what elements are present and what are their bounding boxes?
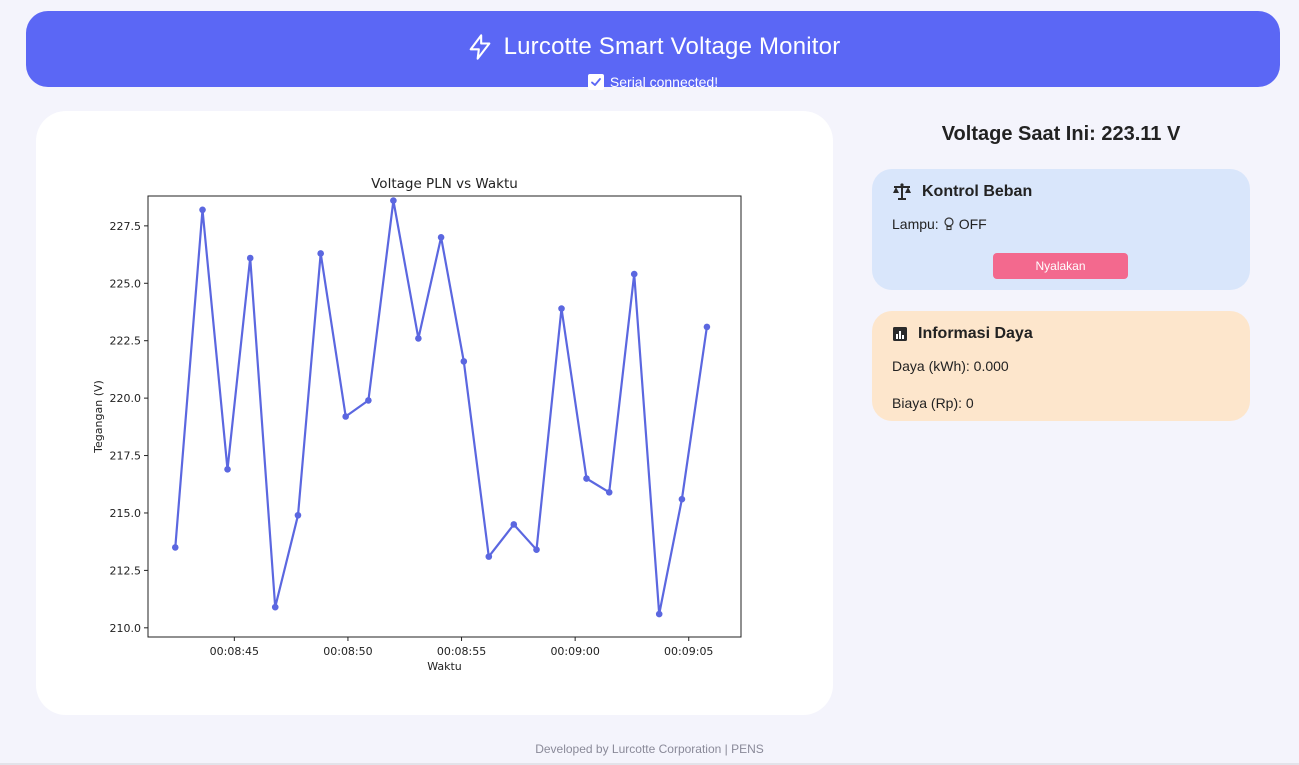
data-point: [199, 206, 206, 214]
data-point: [294, 511, 302, 519]
plot-frame: [147, 195, 742, 638]
biaya-rp: Biaya (Rp): 0: [892, 395, 974, 411]
data-point: [583, 475, 590, 482]
x-tick-label: 00:08:50: [323, 645, 372, 658]
lightning-icon: [469, 34, 490, 60]
y-tick-label: 217.5: [110, 450, 142, 463]
data-point: [365, 397, 372, 404]
x-tick-label: 00:09:00: [550, 645, 599, 658]
y-tick-label: 215.0: [110, 507, 142, 520]
footer-credit: Developed by Lurcotte Corporation | PENS: [535, 742, 764, 756]
data-point: [630, 270, 638, 278]
data-point: [271, 603, 279, 611]
y-tick-label: 220.0: [110, 392, 142, 405]
data-point: [437, 234, 445, 241]
y-tick-label: 227.5: [110, 220, 142, 233]
data-point: [460, 358, 468, 365]
y-tick-label: 212.5: [110, 564, 142, 577]
checkbox-checked-icon: [587, 74, 604, 90]
kontrol-beban-title: Kontrol Beban: [922, 183, 1033, 200]
kontrol-beban-card: Kontrol Beban Lampu: OFF Nyalakan: [872, 169, 1250, 290]
nyalakan-button[interactable]: Nyalakan: [993, 253, 1128, 279]
y-tick-label: 222.5: [110, 335, 142, 348]
data-point: [605, 488, 613, 496]
bar-chart-icon: [893, 327, 907, 341]
data-point: [390, 197, 397, 204]
data-point: [171, 544, 179, 551]
app-header: Lurcotte Smart Voltage Monitor Serial co…: [26, 11, 1280, 90]
data-point: [485, 553, 493, 560]
x-tick-label: 00:08:55: [437, 645, 486, 658]
informasi-daya-title: Informasi Daya: [918, 325, 1033, 342]
data-point: [342, 413, 349, 420]
data-point: [510, 521, 518, 528]
serial-status-text: Serial connected!: [609, 74, 719, 90]
informasi-daya-card: Informasi Daya Daya (kWh): 0.000 Biaya (…: [872, 311, 1250, 421]
x-tick-label: 00:09:05: [664, 645, 713, 658]
informasi-daya-header: Informasi Daya: [892, 325, 1033, 343]
lamp-state: OFF: [958, 216, 987, 232]
serial-status: Serial connected!: [26, 74, 1280, 90]
y-tick-label: 225.0: [110, 277, 142, 290]
y-axis-label: Tegangan (V): [92, 380, 105, 454]
data-point: [703, 323, 711, 331]
x-tick-label: 00:08:45: [210, 645, 259, 658]
y-tick-label: 210.0: [110, 622, 142, 635]
x-axis-label: Waktu: [427, 660, 462, 673]
voltage-chart: Voltage PLN vs Waktu 210.0 212.5 215.0 217.5…: [92, 176, 742, 673]
data-point: [558, 305, 565, 312]
data-point: [415, 335, 422, 342]
data-point: [533, 546, 540, 554]
header-title-row: Lurcotte Smart Voltage Monitor: [26, 31, 1280, 63]
lightbulb-icon: [944, 217, 954, 231]
lamp-status: Lampu: OFF: [892, 216, 987, 232]
chart-title: Voltage PLN vs Waktu: [371, 176, 518, 192]
data-point: [317, 250, 324, 257]
data-point: [224, 466, 231, 473]
app-title: Lurcotte Smart Voltage Monitor: [503, 33, 841, 60]
daya-kwh: Daya (kWh): 0.000: [892, 358, 1009, 374]
data-point: [246, 254, 254, 262]
current-voltage: Voltage Saat Ini: 223.11 V: [941, 123, 1181, 145]
lamp-label: Lampu:: [892, 216, 939, 232]
voltage-series-line: [174, 199, 708, 616]
data-point: [655, 610, 663, 618]
chart-card: Voltage PLN vs Waktu 210.0 212.5 215.0 217.5…: [36, 111, 833, 715]
kontrol-beban-header: Kontrol Beban: [892, 183, 1032, 201]
data-point: [678, 495, 686, 503]
scale-icon: [893, 183, 911, 200]
